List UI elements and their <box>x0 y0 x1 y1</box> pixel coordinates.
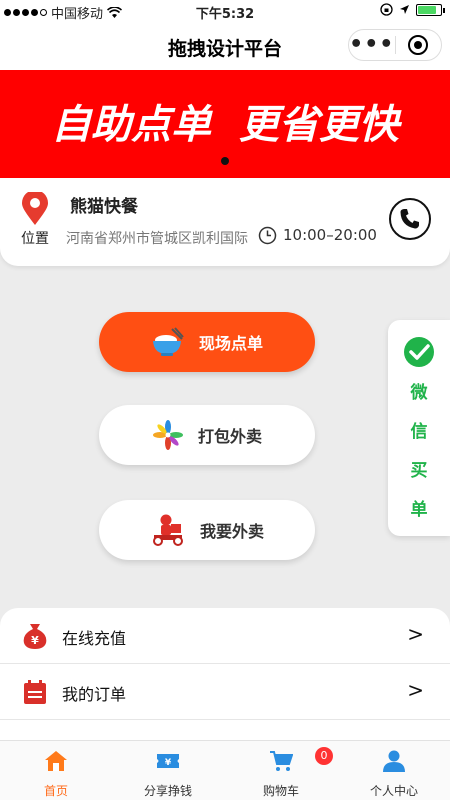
status-bar: 中国移动 下午5:32 <box>0 0 450 22</box>
svg-text:¥: ¥ <box>31 634 39 647</box>
call-store-button[interactable] <box>389 198 431 240</box>
tab-home[interactable]: 首页 <box>0 741 112 800</box>
tab-label: 首页 <box>43 784 68 798</box>
banner-slogan: 自助点单 更省更快 <box>51 102 399 148</box>
location-label[interactable]: 位置 <box>21 228 49 248</box>
status-right <box>380 3 445 16</box>
delivery-scooter-icon <box>152 514 183 546</box>
close-mini-program-button[interactable] <box>395 35 441 55</box>
tab-personal-center[interactable]: 个人中心 <box>338 741 450 800</box>
pinwheel-icon <box>152 420 183 450</box>
menu-list: ¥ 在线充值 > 我的订单 > <box>0 608 450 758</box>
mini-program-capsule: ••• <box>348 29 442 61</box>
more-icon[interactable]: ••• <box>349 33 395 57</box>
wechat-pay-char: 单 <box>410 500 428 520</box>
wechat-pay-tab[interactable]: 微 信 买 单 <box>388 320 450 536</box>
tab-share-earn[interactable]: ¥ 分享挣钱 <box>112 741 224 800</box>
business-hours: 10:00–20:00 <box>283 226 377 244</box>
takeaway-pack-button[interactable]: 打包外卖 <box>99 405 315 465</box>
store-name: 熊猫快餐 <box>70 197 138 217</box>
battery-icon <box>416 3 445 16</box>
target-icon <box>408 35 429 55</box>
cart-icon <box>270 751 293 771</box>
takeaway-pack-label: 打包外卖 <box>197 427 262 446</box>
calendar-icon <box>24 680 46 704</box>
phone-icon <box>400 209 419 229</box>
wechat-pay-char: 信 <box>410 422 428 442</box>
svg-text:¥: ¥ <box>165 758 172 768</box>
dine-in-order-button[interactable]: 现场点单 <box>99 312 315 372</box>
delivery-order-button[interactable]: 我要外卖 <box>99 500 315 560</box>
banner-indicator-dot[interactable] <box>221 157 229 165</box>
bottom-tab-bar: 首页 ¥ 分享挣钱 购物车 个人中心 <box>0 740 450 800</box>
menu-item-my-orders[interactable]: 我的订单 > <box>0 664 450 720</box>
money-bag-icon: ¥ <box>23 624 47 649</box>
menu-item-label: 我的订单 <box>62 685 127 704</box>
location-pin-icon[interactable] <box>21 192 49 226</box>
user-icon <box>383 750 405 772</box>
nav-bar: 拖拽设计平台 ••• <box>0 22 450 70</box>
ticket-icon: ¥ <box>157 754 179 768</box>
wechat-pay-char: 微 <box>410 383 428 403</box>
tab-label: 购物车 <box>262 784 299 798</box>
dine-in-label: 现场点单 <box>198 334 263 353</box>
cart-count-badge: 0 <box>315 747 333 765</box>
menu-item-recharge[interactable]: ¥ 在线充值 > <box>0 608 450 664</box>
menu-item-label: 在线充值 <box>62 629 127 648</box>
tab-label: 个人中心 <box>369 784 418 798</box>
delivery-label: 我要外卖 <box>199 522 264 541</box>
wechat-pay-char: 买 <box>410 461 428 481</box>
location-arrow-icon <box>400 5 409 14</box>
rice-bowl-icon <box>152 327 184 356</box>
orientation-lock-icon <box>380 3 393 16</box>
store-address: 河南省郑州市管城区凯利国际 <box>66 231 248 247</box>
store-info-card: 位置 熊猫快餐 河南省郑州市管城区凯利国际 10:00–20:00 <box>0 178 450 266</box>
tab-label: 分享挣钱 <box>143 784 192 798</box>
chevron-right-icon: > <box>407 622 424 646</box>
home-icon <box>45 751 67 771</box>
chevron-right-icon: > <box>407 678 424 702</box>
clock-icon <box>258 226 277 245</box>
wechat-check-icon <box>404 337 434 367</box>
